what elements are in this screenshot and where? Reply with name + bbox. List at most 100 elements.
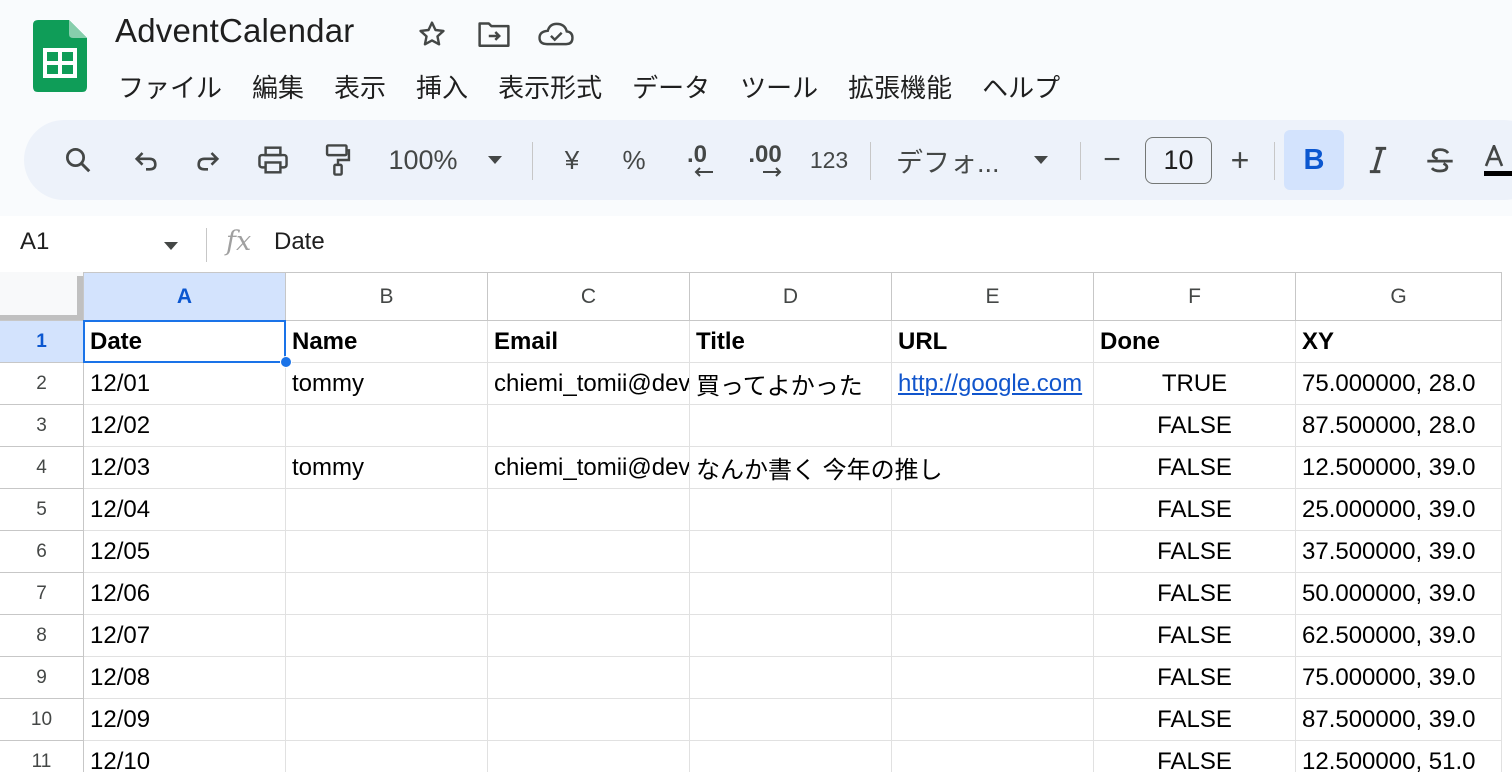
- cell-b9[interactable]: [286, 657, 488, 699]
- menu-tools[interactable]: ツール: [726, 62, 834, 113]
- cell-a4[interactable]: 12/03: [84, 447, 286, 489]
- row-header-4[interactable]: 4: [0, 447, 84, 489]
- cell-f11[interactable]: FALSE: [1094, 741, 1296, 772]
- name-box-dropdown-icon[interactable]: [162, 238, 180, 256]
- undo-icon[interactable]: [120, 130, 172, 190]
- zoom-dropdown-icon[interactable]: [480, 130, 510, 190]
- cloud-saved-icon[interactable]: [536, 16, 576, 52]
- cell-c1[interactable]: Email: [488, 321, 690, 363]
- cell-a7[interactable]: 12/06: [84, 573, 286, 615]
- cell-g3[interactable]: 87.500000, 28.0: [1296, 405, 1502, 447]
- row-header-3[interactable]: 3: [0, 405, 84, 447]
- print-icon[interactable]: [246, 130, 300, 190]
- cell-b3[interactable]: [286, 405, 488, 447]
- currency-format-button[interactable]: ¥: [552, 130, 592, 190]
- cell-g11[interactable]: 12.500000, 51.0: [1296, 741, 1502, 772]
- cell-d1[interactable]: Title: [690, 321, 892, 363]
- menu-insert[interactable]: 挿入: [402, 62, 484, 113]
- cell-d6[interactable]: [690, 531, 892, 573]
- cell-g8[interactable]: 62.500000, 39.0: [1296, 615, 1502, 657]
- cell-e9[interactable]: [892, 657, 1094, 699]
- column-header-b[interactable]: B: [286, 272, 488, 321]
- name-box[interactable]: A1: [20, 228, 49, 256]
- number-format-button[interactable]: 123: [804, 130, 854, 190]
- cell-d9[interactable]: [690, 657, 892, 699]
- cell-e7[interactable]: [892, 573, 1094, 615]
- cell-g2[interactable]: 75.000000, 28.0: [1296, 363, 1502, 405]
- cell-c8[interactable]: [488, 615, 690, 657]
- cell-a5[interactable]: 12/04: [84, 489, 286, 531]
- cell-b6[interactable]: [286, 531, 488, 573]
- bold-button[interactable]: B: [1284, 130, 1344, 190]
- document-title[interactable]: AdventCalendar: [115, 12, 354, 50]
- cell-d7[interactable]: [690, 573, 892, 615]
- row-header-2[interactable]: 2: [0, 363, 84, 405]
- cell-f5[interactable]: FALSE: [1094, 489, 1296, 531]
- column-header-f[interactable]: F: [1094, 272, 1296, 321]
- cell-a11[interactable]: 12/10: [84, 741, 286, 772]
- cell-a6[interactable]: 12/05: [84, 531, 286, 573]
- cell-c7[interactable]: [488, 573, 690, 615]
- cell-e3[interactable]: [892, 405, 1094, 447]
- cell-b1[interactable]: Name: [286, 321, 488, 363]
- cell-c4[interactable]: chiemi_tomii@dev: [488, 447, 690, 489]
- strikethrough-icon[interactable]: [1418, 130, 1462, 190]
- row-header-10[interactable]: 10: [0, 699, 84, 741]
- cell-b10[interactable]: [286, 699, 488, 741]
- menu-file[interactable]: ファイル: [104, 62, 238, 113]
- cell-a8[interactable]: 12/07: [84, 615, 286, 657]
- cell-c3[interactable]: [488, 405, 690, 447]
- star-icon[interactable]: [412, 16, 452, 52]
- cell-b8[interactable]: [286, 615, 488, 657]
- cell-f10[interactable]: FALSE: [1094, 699, 1296, 741]
- cell-b4[interactable]: tommy: [286, 447, 488, 489]
- fill-handle[interactable]: [280, 356, 292, 368]
- decrease-decimal-button[interactable]: .0: [672, 130, 722, 190]
- cell-a9[interactable]: 12/08: [84, 657, 286, 699]
- cell-f7[interactable]: FALSE: [1094, 573, 1296, 615]
- cell-g4[interactable]: 12.500000, 39.0: [1296, 447, 1502, 489]
- cell-c6[interactable]: [488, 531, 690, 573]
- menu-format[interactable]: 表示形式: [484, 62, 618, 113]
- cell-g5[interactable]: 25.000000, 39.0: [1296, 489, 1502, 531]
- cell-e2[interactable]: http://google.com: [892, 363, 1094, 405]
- cell-f1[interactable]: Done: [1094, 321, 1296, 363]
- cell-g7[interactable]: 50.000000, 39.0: [1296, 573, 1502, 615]
- cell-d2[interactable]: 買ってよかった: [690, 363, 892, 405]
- font-dropdown-icon[interactable]: [1026, 130, 1056, 190]
- cell-e1[interactable]: URL: [892, 321, 1094, 363]
- paint-format-icon[interactable]: [312, 130, 364, 190]
- row-header-1[interactable]: 1: [0, 321, 84, 363]
- cell-f8[interactable]: FALSE: [1094, 615, 1296, 657]
- cell-b2[interactable]: tommy: [286, 363, 488, 405]
- font-size-input[interactable]: 10: [1145, 137, 1212, 184]
- cell-c5[interactable]: [488, 489, 690, 531]
- row-header-7[interactable]: 7: [0, 573, 84, 615]
- row-header-5[interactable]: 5: [0, 489, 84, 531]
- text-color-icon[interactable]: [1484, 130, 1512, 190]
- cell-b7[interactable]: [286, 573, 488, 615]
- menu-view[interactable]: 表示: [320, 62, 402, 113]
- cell-c10[interactable]: [488, 699, 690, 741]
- cell-g6[interactable]: 37.500000, 39.0: [1296, 531, 1502, 573]
- cell-c2[interactable]: chiemi_tomii@dev: [488, 363, 690, 405]
- percent-format-button[interactable]: %: [614, 130, 654, 190]
- cell-e5[interactable]: [892, 489, 1094, 531]
- cell-g1[interactable]: XY: [1296, 321, 1502, 363]
- cell-e10[interactable]: [892, 699, 1094, 741]
- cell-d3[interactable]: [690, 405, 892, 447]
- cell-f6[interactable]: FALSE: [1094, 531, 1296, 573]
- menu-data[interactable]: データ: [618, 62, 726, 113]
- column-header-d[interactable]: D: [690, 272, 892, 321]
- cell-g9[interactable]: 75.000000, 39.0: [1296, 657, 1502, 699]
- cell-c9[interactable]: [488, 657, 690, 699]
- row-header-9[interactable]: 9: [0, 657, 84, 699]
- select-all-corner[interactable]: [0, 272, 84, 321]
- column-header-e[interactable]: E: [892, 272, 1094, 321]
- cell-b11[interactable]: [286, 741, 488, 772]
- cell-d8[interactable]: [690, 615, 892, 657]
- sheets-logo-icon[interactable]: [33, 20, 87, 92]
- menu-help[interactable]: ヘルプ: [968, 62, 1076, 113]
- zoom-select[interactable]: 100%: [380, 130, 466, 190]
- row-header-11[interactable]: 11: [0, 741, 84, 772]
